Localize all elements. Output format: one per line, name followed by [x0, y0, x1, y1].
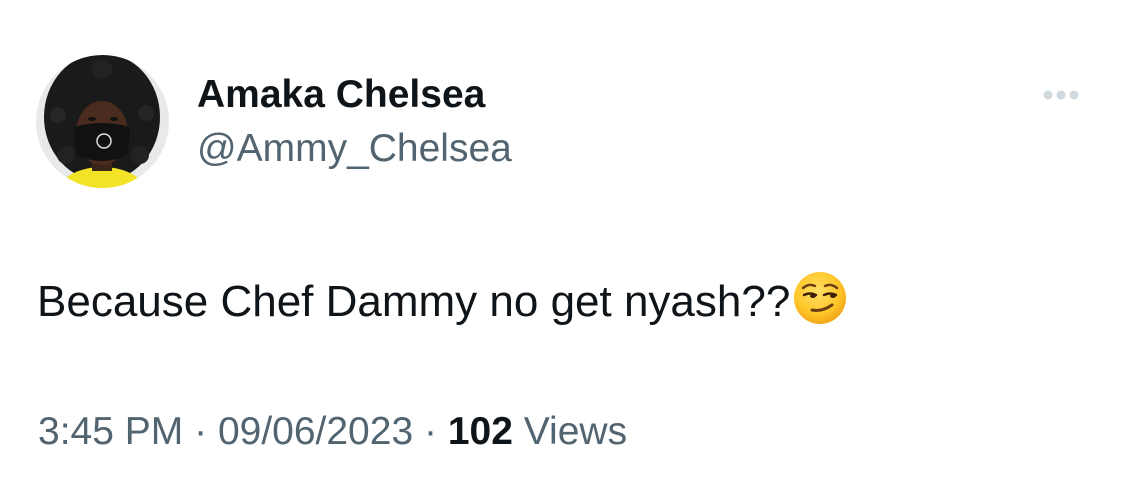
- smirking-face-icon: [792, 270, 848, 326]
- profile-photo: [36, 55, 169, 188]
- more-horizontal-icon[interactable]: [1036, 85, 1086, 105]
- meta-separator: ·: [423, 410, 437, 453]
- avatar[interactable]: [36, 55, 169, 188]
- views-count[interactable]: 102: [448, 410, 513, 453]
- meta-separator: ·: [194, 410, 208, 453]
- author-handle[interactable]: @Ammy_Chelsea: [197, 126, 512, 172]
- tweet-text: Because Chef Dammy no get nyash??: [37, 277, 791, 326]
- tweet-time[interactable]: 3:45 PM: [38, 410, 183, 453]
- tweet-text-container: Because Chef Dammy no get nyash??: [37, 270, 848, 329]
- views-label: Views: [523, 410, 628, 453]
- tweet-date[interactable]: 09/06/2023: [218, 410, 413, 453]
- tweet-meta: 3:45 PM · 09/06/2023 · 102 Views: [38, 408, 627, 456]
- author-display-name[interactable]: Amaka Chelsea: [197, 72, 485, 118]
